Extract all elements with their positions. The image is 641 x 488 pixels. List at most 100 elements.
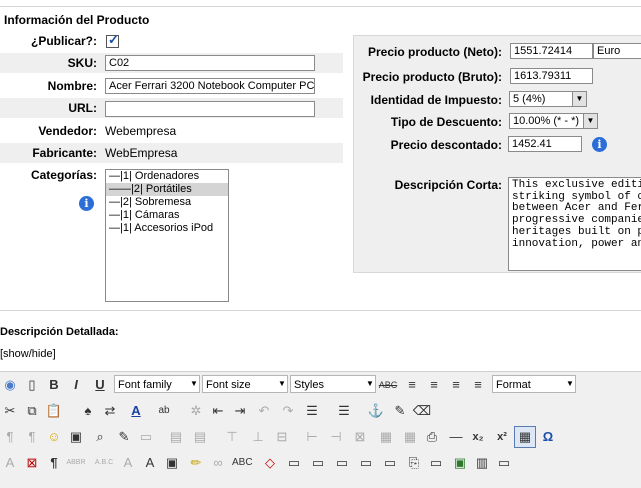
anchor-icon[interactable]: ⚓: [366, 401, 386, 421]
align-right-icon[interactable]: ≡: [446, 375, 466, 395]
category-item[interactable]: —|2| Sobremesa: [106, 196, 228, 209]
emoticon-icon[interactable]: ☺: [44, 427, 64, 447]
insert-text-icon[interactable]: A: [140, 453, 160, 473]
attachment-icon[interactable]: ⎘: [404, 453, 424, 473]
help-icon[interactable]: ◉: [0, 375, 20, 395]
desc-corta-textarea[interactable]: This exclusive editi striking symbol of …: [508, 177, 641, 271]
insert-layer-icon[interactable]: ▭: [136, 427, 156, 447]
pencil-icon[interactable]: ✏: [186, 453, 206, 473]
impuesto-label: Identidad de Impuesto:: [370, 93, 502, 107]
category-item[interactable]: —|1| Cámaras: [106, 209, 228, 222]
insert-file-icon[interactable]: ▭: [426, 453, 446, 473]
layout3-icon[interactable]: ▭: [356, 453, 376, 473]
nombre-input[interactable]: Acer Ferrari 3200 Notebook Computer PC: [105, 78, 315, 94]
rtl-icon[interactable]: ¶: [22, 427, 42, 447]
media-icon[interactable]: ▣: [66, 427, 86, 447]
box-icon[interactable]: ▭: [494, 453, 514, 473]
row-after-icon[interactable]: ⊥: [248, 427, 268, 447]
neto-input[interactable]: 1551.72414: [510, 43, 593, 59]
brush-icon[interactable]: ✎: [390, 401, 410, 421]
styleprops-icon[interactable]: A: [0, 453, 20, 473]
layout4-icon[interactable]: ▭: [380, 453, 400, 473]
font-size-select[interactable]: Font size ▼: [202, 375, 288, 393]
styles-select[interactable]: Styles ▼: [290, 375, 376, 393]
currency-input[interactable]: Euro: [593, 43, 641, 59]
indent-icon[interactable]: ⇥: [230, 401, 250, 421]
sku-input[interactable]: C02: [105, 55, 315, 71]
italic-icon[interactable]: I: [66, 375, 86, 395]
edit-icon[interactable]: ✎: [114, 427, 134, 447]
replace-icon[interactable]: ⇄: [100, 401, 120, 421]
underline-icon[interactable]: U: [90, 375, 110, 395]
category-item[interactable]: —|1| Ordenadores: [106, 170, 228, 183]
show-hide-link[interactable]: [show/hide]: [0, 348, 56, 360]
image-icon[interactable]: ▣: [162, 453, 182, 473]
horizontal-rule-icon[interactable]: —: [446, 427, 466, 447]
align-center-icon[interactable]: ≡: [424, 375, 444, 395]
text-color-icon[interactable]: A: [126, 401, 146, 421]
superscript-icon[interactable]: x²: [492, 427, 512, 447]
publish-checkbox[interactable]: ✓: [106, 32, 119, 48]
font-family-select[interactable]: Font family ▼: [114, 375, 200, 393]
eraser-icon[interactable]: ⌫: [412, 401, 432, 421]
bold-icon[interactable]: B: [44, 375, 64, 395]
layout2-icon[interactable]: ▭: [332, 453, 352, 473]
table-icon[interactable]: ▤: [166, 427, 186, 447]
categories-listbox[interactable]: —|1| Ordenadores ——|2| Portátiles —|2| S…: [105, 169, 229, 302]
preview-icon[interactable]: ⌕: [90, 427, 110, 447]
split-cells-icon[interactable]: ▦: [376, 427, 396, 447]
fullscreen-icon[interactable]: ⊠: [22, 453, 42, 473]
format-label: Format: [496, 379, 531, 391]
layout-icon[interactable]: ▭: [308, 453, 328, 473]
bruto-input[interactable]: 1613.79311: [510, 68, 593, 84]
format-select[interactable]: Format ▼: [492, 375, 576, 393]
highlight-color-icon[interactable]: ab: [154, 401, 174, 421]
impuesto-select[interactable]: 5 (4%) ▼: [509, 91, 587, 107]
source-icon[interactable]: ◇: [260, 453, 280, 473]
cleanup-icon[interactable]: ✲: [186, 401, 206, 421]
ordered-list-icon[interactable]: ☰: [302, 401, 322, 421]
copy-icon[interactable]: ⧉: [22, 401, 42, 421]
justify-icon[interactable]: ≡: [468, 375, 488, 395]
unordered-list-icon[interactable]: ☰: [334, 401, 354, 421]
spellcheck-icon[interactable]: ABC: [232, 453, 253, 473]
special-char-icon[interactable]: Ω: [538, 427, 558, 447]
outdent-icon[interactable]: ⇤: [208, 401, 228, 421]
film-icon[interactable]: ▥: [472, 453, 492, 473]
strikethrough-icon[interactable]: ABC: [378, 375, 398, 395]
col-after-icon[interactable]: ⊣: [326, 427, 346, 447]
undo-icon[interactable]: ↶: [254, 401, 274, 421]
table-props-icon[interactable]: ▤: [190, 427, 210, 447]
redo-icon[interactable]: ↷: [278, 401, 298, 421]
delete-row-icon[interactable]: ⊟: [272, 427, 292, 447]
link-icon[interactable]: ∞: [208, 453, 228, 473]
align-left-icon[interactable]: ≡: [402, 375, 422, 395]
paste-icon[interactable]: 📋: [44, 401, 64, 421]
descuento-select[interactable]: 10.00% (* - *) ▼: [509, 113, 598, 129]
category-item[interactable]: —|1| Accesorios iPod: [106, 222, 228, 235]
print-icon[interactable]: ⎙: [422, 427, 442, 447]
editor-toolbar: ◉ ▯ B I U Font family ▼ Font size ▼ Styles…: [0, 371, 641, 488]
pilcrow-icon[interactable]: ¶: [44, 453, 64, 473]
url-input[interactable]: [105, 101, 315, 117]
chevron-down-icon: ▼: [583, 114, 597, 128]
subscript-icon[interactable]: x₂: [468, 427, 488, 447]
merge-cells-icon[interactable]: ▦: [400, 427, 420, 447]
insert-table-icon[interactable]: ▦: [514, 426, 536, 448]
abbr-icon[interactable]: ABBR: [66, 453, 86, 473]
picture-icon[interactable]: ▣: [450, 453, 470, 473]
ltr-icon[interactable]: ¶: [0, 427, 20, 447]
template-icon[interactable]: ▭: [284, 453, 304, 473]
find-icon[interactable]: ♠: [78, 401, 98, 421]
category-item[interactable]: ——|2| Portátiles: [106, 183, 228, 196]
row-before-icon[interactable]: ⊤: [222, 427, 242, 447]
descontado-input[interactable]: 1452.41: [508, 136, 582, 152]
info-icon[interactable]: i: [592, 137, 607, 152]
info-icon[interactable]: i: [79, 196, 94, 211]
delete-col-icon[interactable]: ⊠: [350, 427, 370, 447]
col-before-icon[interactable]: ⊢: [302, 427, 322, 447]
acronym-icon[interactable]: A.B.C: [94, 453, 114, 473]
new-document-icon[interactable]: ▯: [22, 375, 42, 395]
delete-text-icon[interactable]: A: [118, 453, 138, 473]
cut-icon[interactable]: ✂: [0, 401, 20, 421]
